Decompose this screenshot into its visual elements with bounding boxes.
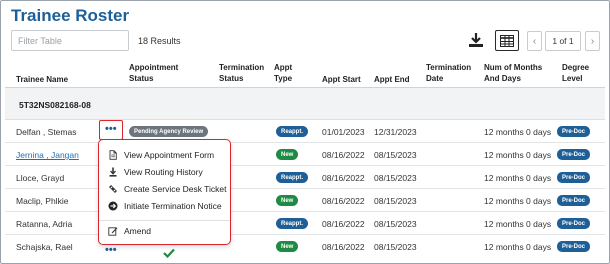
appt-start: 08/16/2022: [322, 173, 365, 183]
degree-level-badge: Pre-Doc: [557, 172, 591, 183]
column-header-appointment-status[interactable]: Appointment Status: [129, 62, 178, 84]
table-row: Maclip, Phlkie New 08/16/2022 08/15/2023…: [5, 189, 605, 212]
months-days: 12 months 0 days: [484, 219, 552, 229]
header-line: Appointment: [129, 63, 179, 72]
appt-start: 08/16/2022: [322, 219, 365, 229]
column-header-months-days[interactable]: Num of Months And Days: [484, 62, 542, 84]
appt-end: 12/31/2023: [374, 127, 417, 137]
table-row: Ratanna, Adria Reappt. 08/16/2022 08/15/…: [5, 212, 605, 235]
appt-start: 08/16/2022: [322, 150, 365, 160]
months-days: 12 months 0 days: [484, 196, 552, 206]
filter-input[interactable]: [11, 30, 129, 51]
header-line: Type: [274, 74, 293, 83]
header-line: Date: [426, 74, 444, 83]
months-days: 12 months 0 days: [484, 127, 552, 137]
appt-end: 08/15/2023: [374, 196, 417, 206]
header-line: Appt: [274, 63, 293, 72]
results-count: 18 Results: [138, 36, 181, 46]
header-line: Degree: [562, 63, 590, 72]
menu-item-view-appointment-form[interactable]: View Appointment Form: [99, 147, 230, 164]
table-row: Jernina , Jangan New 08/16/2022 08/15/20…: [5, 143, 605, 166]
appt-end: 08/15/2023: [374, 173, 417, 183]
trainee-name-link[interactable]: Jernina , Jangan: [16, 150, 79, 160]
table-row: Delfan , Stemas Pending Agency Review Re…: [5, 120, 605, 143]
degree-level-badge: Pre-Doc: [557, 126, 591, 137]
status-badge: Pending Agency Review: [129, 126, 209, 137]
trainee-name[interactable]: Ratanna, Adria: [16, 219, 72, 229]
menu-item-label: Amend: [124, 226, 151, 236]
appt-type-badge: New: [276, 195, 299, 206]
menu-item-label: Create Service Desk Ticket: [124, 184, 227, 194]
appt-start: 08/16/2022: [322, 242, 365, 252]
trainee-name[interactable]: Maclip, Phlkie: [16, 196, 68, 206]
routing-history-icon: [109, 167, 117, 177]
table-row: Schajska, Rael New 08/16/2022 08/15/2023…: [5, 235, 605, 258]
more-actions-icon[interactable]: •••: [105, 245, 117, 256]
table-row: Lloce, Grayd Reappt. 08/16/2022 08/15/20…: [5, 166, 605, 189]
appt-end: 08/15/2023: [374, 242, 417, 252]
months-days: 12 months 0 days: [484, 173, 552, 183]
appt-type-badge: New: [276, 241, 299, 252]
menu-item-create-service-desk-ticket[interactable]: Create Service Desk Ticket: [99, 181, 230, 198]
page-title: Trainee Roster: [11, 6, 130, 25]
degree-level-badge: Pre-Doc: [557, 218, 591, 229]
header-line: Status: [219, 74, 244, 83]
arrow-circle-icon: [108, 201, 118, 211]
roster-panel: Trainee Roster 18 Results ‹ 1 of 1 › Tra…: [0, 0, 610, 264]
row-actions-menu: View Appointment Form View Routing Histo…: [98, 139, 231, 245]
header-line: Termination: [426, 63, 472, 72]
edit-icon: [108, 227, 118, 236]
grant-group-row: 5T32NS082168-08: [5, 88, 605, 120]
header-line: And Days: [484, 74, 521, 83]
appt-start: 08/16/2022: [322, 196, 365, 206]
pager-next-button[interactable]: ›: [585, 31, 600, 51]
appt-start: 01/01/2023: [322, 127, 365, 137]
document-icon: [109, 150, 117, 160]
degree-level-badge: Pre-Doc: [557, 149, 591, 160]
header-line: Termination: [219, 63, 265, 72]
column-header-appt-type[interactable]: Appt Type: [274, 62, 292, 84]
appt-type-badge: Reappt.: [276, 218, 309, 229]
header-line: Num of Months: [484, 63, 543, 72]
months-days: 12 months 0 days: [484, 242, 552, 252]
check-icon: [163, 248, 175, 258]
column-header-appt-end[interactable]: Appt End: [374, 74, 410, 85]
grant-number: 5T32NS082168-08: [19, 100, 91, 110]
column-header-termination-status[interactable]: Termination Status: [219, 62, 264, 84]
column-header-termination-date[interactable]: Termination Date: [426, 62, 471, 84]
column-header-degree-level[interactable]: Degree Level: [562, 62, 589, 84]
download-icon[interactable]: [467, 31, 485, 49]
grid-view-button[interactable]: [495, 30, 519, 51]
more-actions-icon[interactable]: •••: [105, 124, 117, 135]
appt-end: 08/15/2023: [374, 150, 417, 160]
months-days: 12 months 0 days: [484, 150, 552, 160]
appt-type-badge: New: [276, 149, 299, 160]
header-line: Status: [129, 74, 154, 83]
degree-level-badge: Pre-Doc: [557, 241, 591, 252]
column-header-trainee-name[interactable]: Trainee Name: [16, 74, 68, 85]
menu-item-initiate-termination-notice[interactable]: Initiate Termination Notice: [99, 198, 230, 215]
table-grid-icon: [500, 34, 514, 47]
menu-item-label: View Appointment Form: [124, 150, 215, 160]
menu-item-label: Initiate Termination Notice: [124, 201, 222, 211]
menu-item-label: View Routing History: [124, 167, 203, 177]
appt-type-badge: Reappt.: [276, 172, 309, 183]
menu-item-amend[interactable]: Amend: [99, 223, 230, 240]
trainee-name[interactable]: Lloce, Grayd: [16, 173, 64, 183]
column-header-appt-start[interactable]: Appt Start: [322, 74, 361, 85]
appt-type-badge: Reappt.: [276, 126, 309, 137]
pager-page-indicator: 1 of 1: [545, 31, 581, 51]
menu-divider: [99, 220, 230, 221]
pager-prev-button[interactable]: ‹: [527, 31, 542, 51]
degree-level-badge: Pre-Doc: [557, 195, 591, 206]
appt-end: 08/15/2023: [374, 219, 417, 229]
ticket-icon: [109, 185, 117, 193]
header-line: Level: [562, 74, 583, 83]
menu-item-view-routing-history[interactable]: View Routing History: [99, 164, 230, 181]
trainee-name[interactable]: Delfan , Stemas: [16, 127, 76, 137]
trainee-name[interactable]: Schajska, Rael: [16, 242, 73, 252]
